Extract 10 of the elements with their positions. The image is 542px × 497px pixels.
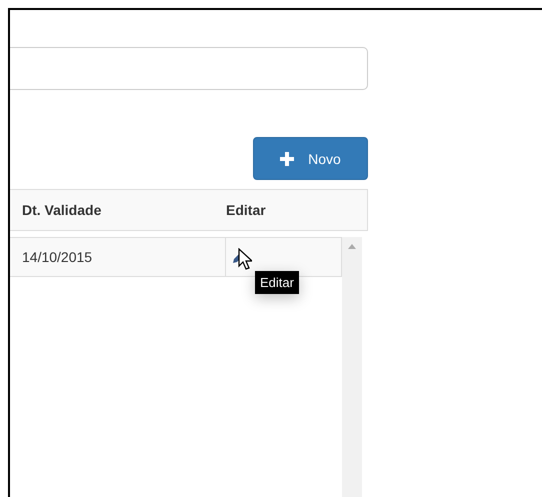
column-header: Editar: [226, 202, 266, 218]
search-field[interactable]: [10, 47, 368, 90]
table-cell: 14/10/2015: [22, 249, 92, 265]
scroll-up-icon[interactable]: [348, 244, 356, 249]
tooltip: Editar: [255, 271, 299, 294]
new-button[interactable]: Novo: [253, 137, 368, 180]
column-header: Dt. Validade: [22, 202, 102, 218]
mouse-pointer-icon: [238, 248, 252, 270]
plus-icon: [280, 152, 294, 166]
scrollbar[interactable]: [342, 237, 362, 497]
